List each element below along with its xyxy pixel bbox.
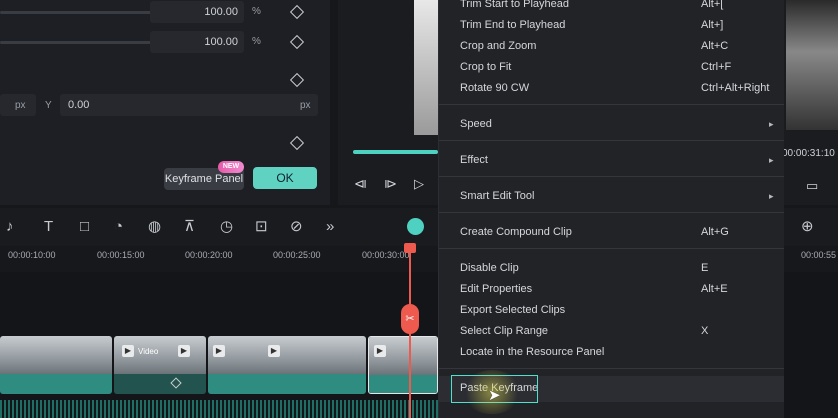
- video-clip-icon: ▶: [213, 345, 225, 357]
- menu-divider: [439, 176, 784, 177]
- shortcut-edit-properties: Alt+E: [701, 283, 728, 295]
- menu-item-export-clips[interactable]: Export Selected Clips: [460, 304, 565, 316]
- shortcut-select-range: X: [701, 325, 709, 337]
- menu-divider: [439, 368, 784, 369]
- menu-item-effect[interactable]: Effect: [460, 154, 488, 166]
- preview-panel: ⧏ ⧐ ▷: [338, 0, 438, 205]
- clip-thumbnail: [0, 336, 112, 374]
- position-y-label: Y: [45, 100, 52, 111]
- right-preview-frame: [786, 0, 838, 130]
- preview-progress-bar[interactable]: [353, 150, 438, 154]
- keyframe-diamond-icon[interactable]: [289, 72, 305, 88]
- play-icon[interactable]: ▷: [414, 176, 424, 192]
- menu-item-rotate[interactable]: Rotate 90 CW: [460, 82, 529, 94]
- monitor-icon[interactable]: ▭: [806, 178, 818, 194]
- submenu-arrow-icon: ▸: [769, 119, 774, 129]
- shortcut-rotate: Ctrl+Alt+Right: [701, 82, 770, 94]
- preview-frame: [414, 0, 438, 135]
- prev-frame-icon[interactable]: ⧏: [354, 176, 367, 192]
- mask-icon[interactable]: ⊘: [290, 218, 303, 236]
- split-scissors-icon[interactable]: ✂: [401, 304, 419, 334]
- add-track-icon[interactable]: ⊕: [801, 218, 814, 236]
- menu-divider: [439, 104, 784, 105]
- position-x-unit: px: [15, 100, 26, 111]
- ok-button[interactable]: OK: [253, 167, 317, 189]
- color-icon[interactable]: ◍: [148, 218, 161, 236]
- mouse-cursor-icon: ➤: [488, 387, 501, 404]
- position-y-value: 0.00: [68, 99, 90, 111]
- clip-audio-bar: [369, 375, 437, 393]
- next-frame-icon[interactable]: ⧐: [384, 176, 397, 192]
- position-y-unit: px: [300, 100, 311, 111]
- audio-icon[interactable]: ♪: [6, 218, 14, 236]
- ruler-tick: 00:00:30:00: [362, 250, 410, 260]
- scale-x-value[interactable]: 100.00: [150, 1, 244, 23]
- video-clip[interactable]: [0, 336, 112, 394]
- ai-assistant-icon[interactable]: [407, 218, 424, 235]
- menu-item-trim-start[interactable]: Trim Start to Playhead: [460, 0, 569, 10]
- clip-label: Video: [138, 347, 159, 356]
- keyframe-diamond-icon[interactable]: [289, 135, 305, 151]
- fit-icon[interactable]: ⊡: [255, 218, 268, 236]
- menu-item-crop-zoom[interactable]: Crop and Zoom: [460, 40, 536, 52]
- timer-icon[interactable]: ◷: [220, 218, 233, 236]
- clip-thumbnail: [208, 336, 366, 374]
- scale-y-value[interactable]: 100.00: [150, 31, 244, 53]
- text-icon[interactable]: T: [44, 218, 53, 236]
- menu-item-crop-fit[interactable]: Crop to Fit: [460, 61, 511, 73]
- clip-audio-bar: [0, 374, 112, 394]
- context-menu: Trim Start to Playhead Alt+[ Trim End to…: [438, 0, 784, 418]
- menu-item-smart-edit[interactable]: Smart Edit Tool: [460, 190, 534, 202]
- crop-icon[interactable]: □: [80, 218, 89, 236]
- ruler-tick: 00:00:20:00: [185, 250, 233, 260]
- video-clip-icon: ▶: [268, 345, 280, 357]
- speed-icon[interactable]: ◔: [114, 218, 123, 236]
- clip-audio-bar: [114, 374, 206, 394]
- clip-audio-bar: [208, 374, 366, 394]
- ruler-tick: 00:00:55: [801, 250, 837, 260]
- audio-waveform: [0, 400, 438, 418]
- right-timecode: 00:00:31:10: [782, 148, 835, 159]
- shortcut-trim-end: Alt+]: [701, 19, 724, 31]
- menu-item-disable-clip[interactable]: Disable Clip: [460, 262, 519, 274]
- menu-item-select-range[interactable]: Select Clip Range: [460, 325, 548, 337]
- ruler-tick: 00:00:25:00: [273, 250, 321, 260]
- menu-item-trim-end[interactable]: Trim End to Playhead: [460, 19, 565, 31]
- submenu-arrow-icon: ▸: [769, 155, 774, 165]
- menu-divider: [439, 140, 784, 141]
- shortcut-trim-start: Alt+[: [701, 0, 724, 10]
- video-clip[interactable]: [208, 336, 366, 394]
- shortcut-crop-fit: Ctrl+F: [701, 61, 732, 73]
- scale-y-unit: %: [252, 36, 261, 47]
- playhead-handle[interactable]: [404, 243, 416, 253]
- video-clip-icon: ▶: [374, 345, 386, 357]
- menu-item-speed[interactable]: Speed: [460, 118, 492, 130]
- position-y-field[interactable]: [60, 94, 318, 116]
- ruler-tick: 00:00:15:00: [97, 250, 145, 260]
- menu-item-locate-resource[interactable]: Locate in the Resource Panel: [460, 346, 604, 358]
- ruler-tick: 00:00:10:00: [8, 250, 56, 260]
- more-icon[interactable]: »: [326, 218, 334, 236]
- video-clip-icon: ▶: [122, 345, 134, 357]
- submenu-arrow-icon: ▸: [769, 191, 774, 201]
- shortcut-crop-zoom: Alt+C: [701, 40, 729, 52]
- right-preview-panel: 00:00:31:10 ▭: [782, 0, 838, 205]
- new-badge: NEW: [218, 161, 244, 173]
- shortcut-disable-clip: E: [701, 262, 709, 274]
- menu-item-edit-properties[interactable]: Edit Properties: [460, 283, 532, 295]
- properties-panel: 100.00 % 100.00 % px Y 0.00 px Keyframe …: [0, 0, 330, 205]
- keyframe-diamond-icon[interactable]: [289, 4, 305, 20]
- scale-x-unit: %: [252, 6, 261, 17]
- keyframe-diamond-icon[interactable]: [289, 34, 305, 50]
- menu-item-compound-clip[interactable]: Create Compound Clip: [460, 226, 572, 238]
- stabilize-icon[interactable]: ⊼: [184, 218, 195, 236]
- menu-divider: [439, 248, 784, 249]
- menu-divider: [439, 212, 784, 213]
- video-clip-icon: ▶: [178, 345, 190, 357]
- shortcut-compound-clip: Alt+G: [701, 226, 729, 238]
